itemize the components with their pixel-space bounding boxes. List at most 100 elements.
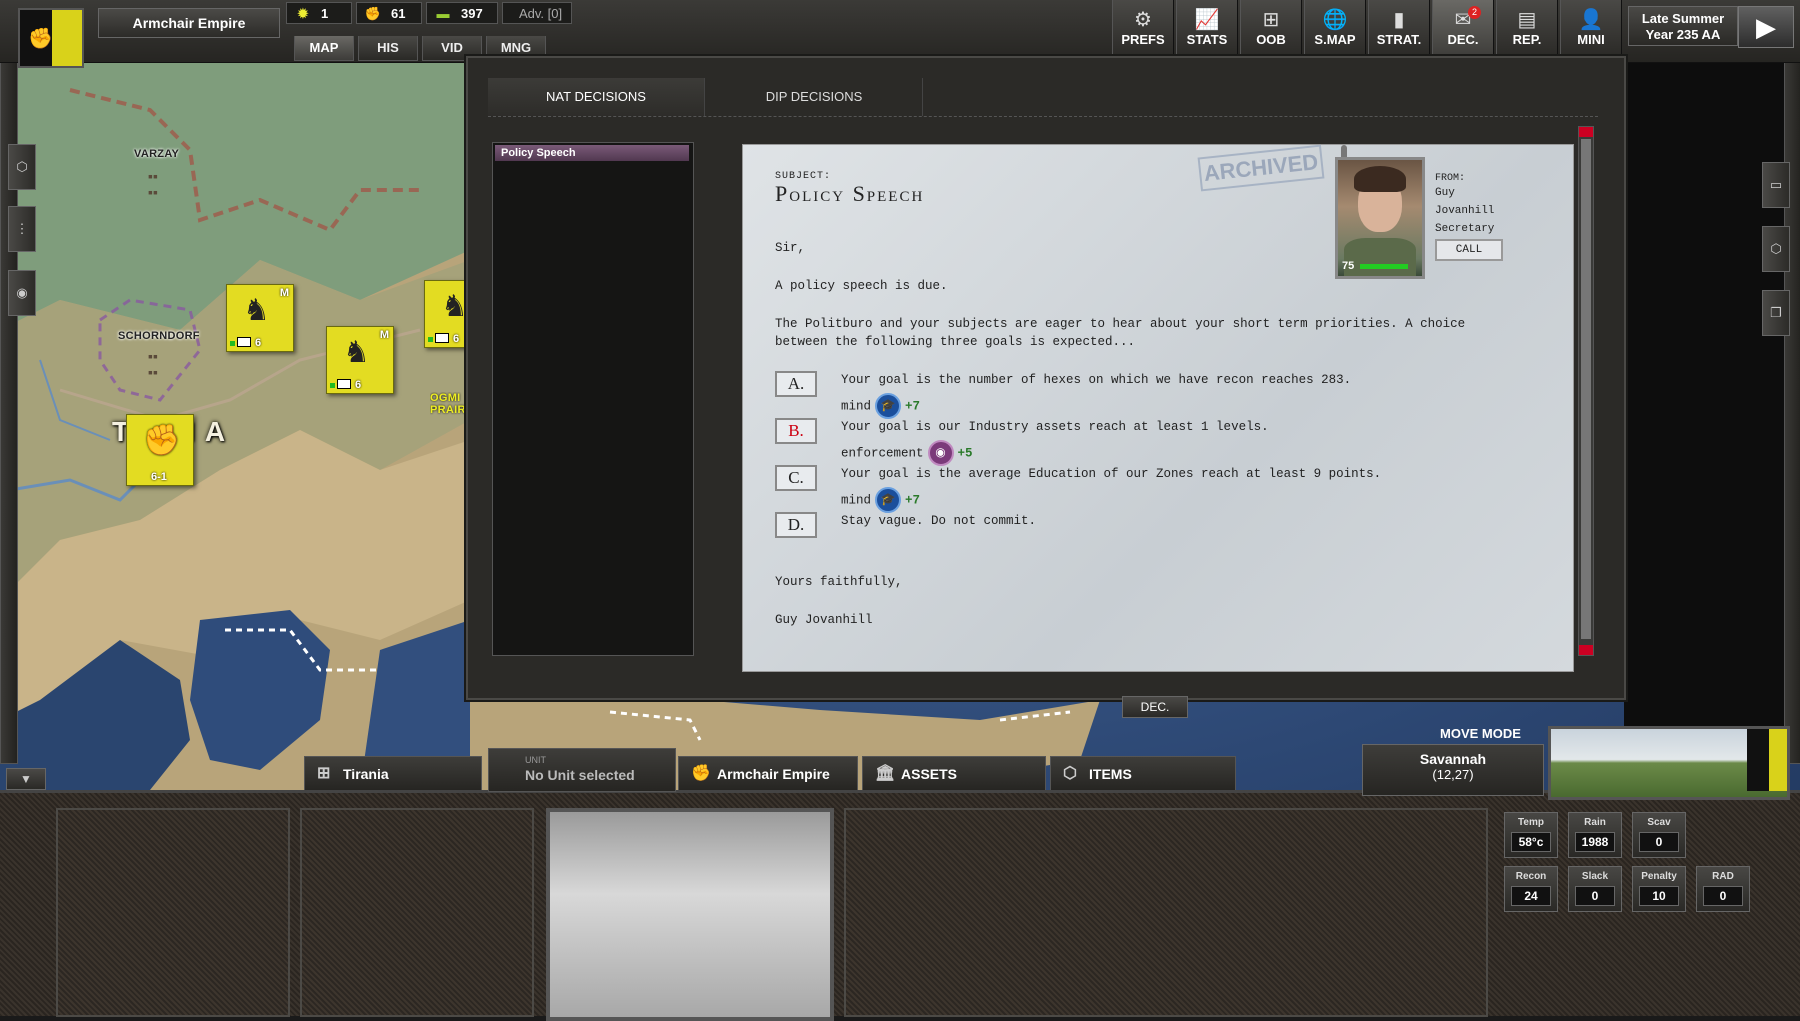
panel-icon: ▭ (1769, 177, 1783, 192)
collapse-button[interactable]: ▼ (6, 768, 46, 790)
decision-list[interactable]: Policy Speech (492, 142, 694, 656)
tab-nat-decisions[interactable]: NAT DECISIONS (488, 78, 705, 116)
resource-value: 397 (461, 6, 483, 21)
stat-temp: Temp 58°c (1504, 812, 1558, 858)
season-text: Late Summer (1641, 11, 1725, 26)
tab-tirania[interactable]: ⊞ Tirania (304, 756, 482, 790)
stat-scav: Scav 0 (1632, 812, 1686, 858)
rail-button-circle[interactable]: ◉ (8, 270, 36, 316)
archived-stamp: ARCHIVED (1197, 144, 1325, 192)
letter-paragraph-2b: between the following three goals is exp… (775, 335, 1136, 349)
tab-label: ASSETS (901, 766, 958, 782)
hq-unit[interactable]: ✊ 6-1 (126, 414, 194, 486)
stats-button[interactable]: 📈 STATS (1176, 0, 1238, 58)
resource-fist[interactable]: ✊ 61 (356, 2, 422, 24)
tab-items[interactable]: ⬡ ITEMS (1050, 756, 1236, 790)
chevron-down-icon: ▼ (20, 772, 32, 786)
resource-value: 1 (321, 6, 329, 21)
soldier-icon: ♞ (243, 294, 270, 327)
option-d-text: Stay vague. Do not commit. (841, 514, 1037, 528)
unit-type-letter: M (379, 329, 389, 341)
envelope-icon (435, 333, 449, 343)
option-a-button[interactable]: A. (775, 371, 817, 397)
tab-armchair-empire[interactable]: ✊ Armchair Empire (678, 756, 858, 790)
advisor-score-bar (1360, 264, 1408, 269)
fist-icon: ✊ (28, 28, 53, 50)
letter-closing: Yours faithfully, (775, 575, 903, 589)
fist-icon: ✊ (691, 765, 711, 782)
oob-button[interactable]: ⊞ OOB (1240, 0, 1302, 58)
unit-selection-box[interactable]: UNIT No Unit selected (488, 748, 676, 792)
effect-value: +7 (905, 493, 921, 508)
season-display: Late Summer Year 235 AA (1628, 6, 1738, 46)
sun-icon: ✹ (297, 6, 309, 21)
city-icon[interactable]: ▪▪ ▪▪ (148, 168, 170, 200)
rail-button-panel[interactable]: ▭ (1762, 162, 1790, 208)
scroll-thumb[interactable] (1581, 139, 1591, 639)
copy-icon: ❐ (1770, 305, 1782, 320)
eye-icon: ◉ (927, 440, 954, 466)
smap-button[interactable]: 🌐 S.MAP (1304, 0, 1366, 58)
call-button[interactable]: CALL (1435, 239, 1503, 261)
rep-button[interactable]: ▤ REP. (1496, 0, 1558, 58)
strat-button[interactable]: ▮ STRAT. (1368, 0, 1430, 58)
tab-dip-decisions[interactable]: DIP DECISIONS (706, 78, 923, 116)
option-a-text: Your goal is the number of hexes on whic… (841, 373, 1352, 387)
advisor-portrait[interactable]: 75 (1335, 157, 1425, 279)
person-icon: 👤 (1578, 9, 1604, 31)
decisions-panel: NAT DECISIONS DIP DECISIONS Policy Speec… (466, 56, 1626, 700)
rail-button-tree[interactable]: ⋮ (8, 206, 36, 252)
end-turn-button[interactable]: ▶ (1738, 6, 1794, 48)
tab-assets[interactable]: 🏛 ASSETS (862, 756, 1046, 790)
option-c-button[interactable]: C. (775, 465, 817, 491)
letter-scrollbar[interactable] (1578, 126, 1594, 656)
resource-sun[interactable]: ✹ 1 (286, 2, 352, 24)
gear-icon: ⚙ (1134, 9, 1152, 31)
rail-button-copy[interactable]: ❐ (1762, 290, 1790, 336)
option-c-text: Your goal is the average Education of ou… (841, 467, 1382, 481)
rail-button-cube[interactable]: ⬡ (8, 144, 36, 190)
option-d-button[interactable]: D. (775, 512, 817, 538)
nation-flag[interactable]: ✊ (18, 8, 84, 68)
adv-counter[interactable]: Adv. [0] (502, 2, 572, 24)
dec-button[interactable]: ✉ DEC. 2 (1432, 0, 1494, 58)
prefs-button[interactable]: ⚙ PREFS (1112, 0, 1174, 58)
bottom-grate-left (56, 808, 290, 1017)
building-icon: 🏛 (875, 765, 896, 782)
from-first-name: Guy (1435, 187, 1455, 199)
tab-map[interactable]: MAP (294, 36, 354, 61)
list-item-policy-speech[interactable]: Policy Speech (495, 145, 689, 161)
hex-terrain-name: Savannah (1419, 751, 1487, 767)
envelope-icon (237, 337, 251, 347)
option-b-button[interactable]: B. (775, 418, 817, 444)
stat-slack: Slack 0 (1568, 866, 1622, 912)
terrain-preview (1548, 726, 1790, 800)
map-unit[interactable]: ♞ M 6 (226, 284, 294, 352)
globe-icon: 🌐 (1322, 9, 1348, 31)
hex-icon: ⬡ (1770, 241, 1782, 256)
city-label-ogmi: OGMI PRAIR (430, 392, 466, 416)
scroll-down-arrow[interactable] (1579, 645, 1593, 655)
mind-icon: 🎓 (875, 393, 902, 419)
from-role: Secretary (1435, 223, 1495, 235)
unit-strength: 6 (453, 333, 460, 345)
map-unit[interactable]: ♞ M 6 (424, 280, 468, 348)
map-unit[interactable]: ♞ M 6 (326, 326, 394, 394)
notification-badge: 2 (1468, 6, 1481, 19)
effect-label: mind (841, 493, 872, 508)
fist-icon: ✊ (143, 424, 181, 457)
soldier-icon: ♞ (441, 290, 468, 323)
letter-paragraph-1: A policy speech is due. (775, 279, 948, 293)
city-icon[interactable]: ▪▪ ▪▪ (148, 348, 170, 380)
effect-label: enforcement (841, 446, 924, 461)
dec-panel-tab[interactable]: DEC. (1122, 696, 1188, 718)
option-b-effect: enforcement ◉ +5 (841, 440, 973, 466)
resource-value: 61 (391, 6, 406, 21)
effect-label: mind (841, 399, 872, 414)
scroll-up-arrow[interactable] (1579, 127, 1593, 137)
rail-button-hex[interactable]: ⬡ (1762, 226, 1790, 272)
nation-name[interactable]: Armchair Empire (98, 8, 280, 38)
mini-button[interactable]: 👤 MINI (1560, 0, 1622, 58)
tab-his[interactable]: HIS (358, 36, 418, 61)
resource-cash[interactable]: ▬ 397 (426, 2, 498, 24)
